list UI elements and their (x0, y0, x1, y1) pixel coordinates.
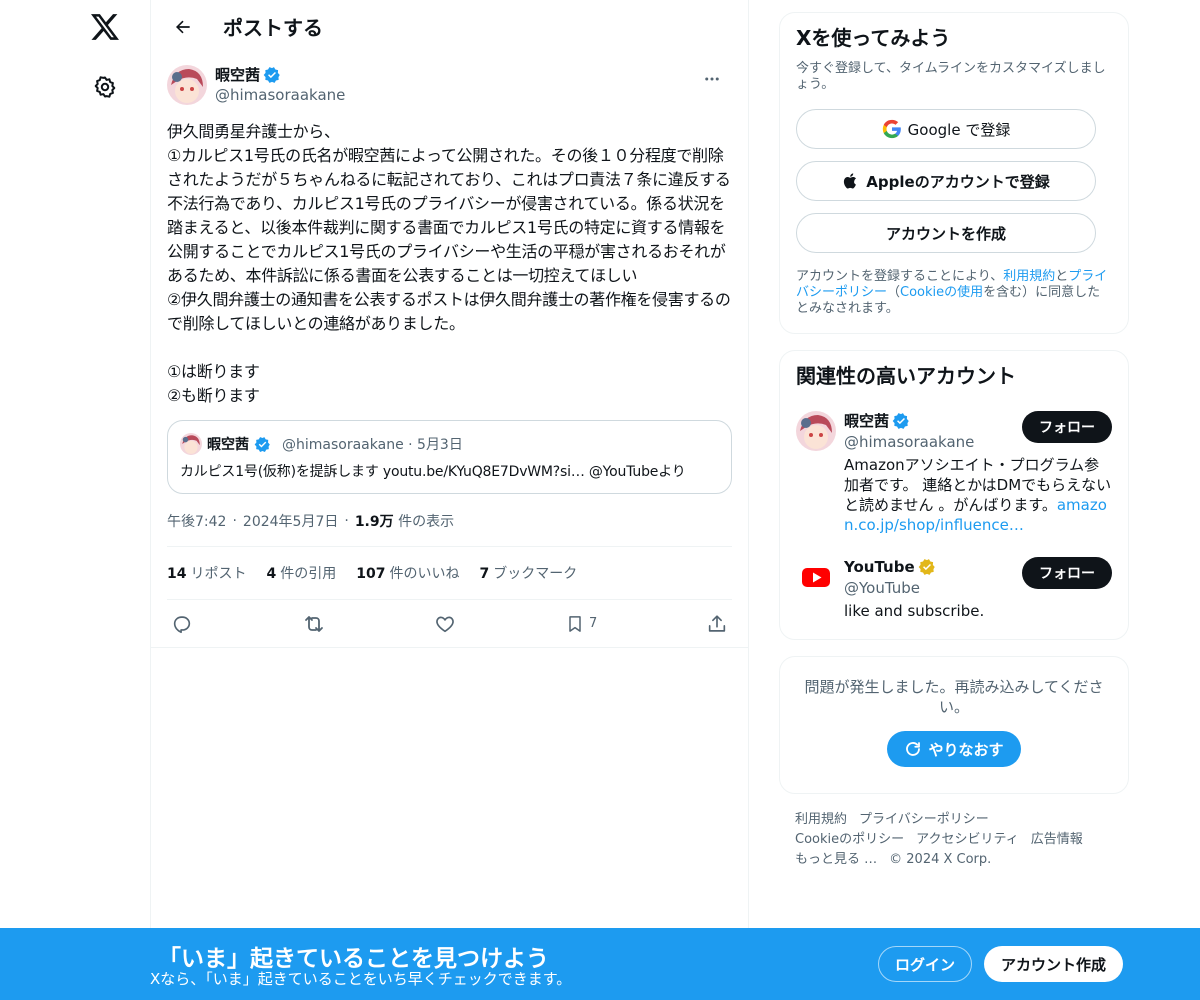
signup-title: Xを使ってみよう (796, 26, 951, 50)
separator: · (344, 513, 349, 529)
gear-icon[interactable] (91, 73, 119, 101)
views-count: 1.9万 (354, 514, 394, 530)
footer-link-terms[interactable]: 利用規約 (795, 812, 847, 827)
post-author: 暇空茜 @himasoraakane (167, 65, 732, 109)
login-button[interactable]: ログイン (878, 946, 972, 982)
back-arrow-icon[interactable] (165, 9, 201, 45)
account-name[interactable]: YouTube (844, 557, 915, 577)
related-title: 関連性の高いアカウント (796, 364, 1016, 388)
share-icon[interactable] (706, 613, 728, 635)
legal-text: （ (887, 285, 901, 300)
stat-reposts[interactable]: 14 リポスト (167, 563, 246, 583)
signup-legal: アカウントを登録することにより、利用規約とプライバシーポリシー（Cookieの使… (796, 269, 1112, 317)
author-handle[interactable]: @himasoraakane (215, 85, 345, 105)
avatar[interactable] (796, 411, 836, 451)
stat-quotes[interactable]: 4 件の引用 (266, 563, 336, 583)
signup-button[interactable]: アカウント作成 (984, 946, 1123, 982)
author-name-text[interactable]: 暇空茜 (215, 65, 260, 85)
signup-card: Xを使ってみよう 今すぐ登録して、タイムラインをカスタマイズしましょう。 Goo… (779, 12, 1129, 334)
repost-icon[interactable] (302, 612, 326, 636)
verified-badge-icon (263, 67, 280, 83)
bookmark-button[interactable]: 7 (565, 613, 597, 635)
google-signup-label: Google で登録 (907, 120, 1011, 139)
verified-gold-badge-icon (918, 559, 935, 575)
page-header: ポストする (151, 0, 748, 53)
quote-text: カルピス1号(仮称)を提訴します youtu.be/KYuQ8E7DvWM?si… (180, 464, 686, 480)
related-accounts-card: 関連性の高いアカウント 暇空茜 @himasoraakane Amazonアソシ… (779, 350, 1129, 640)
legal-text: と (1055, 269, 1069, 284)
footer-link-more[interactable]: もっと見る … (795, 852, 877, 867)
main-column: ポストする 暇空茜 @himasoraakane 伊久間勇星弁護士から、 ①カル… (150, 0, 749, 1000)
footer-link-ads[interactable]: 広告情報 (1031, 832, 1083, 847)
post-time[interactable]: 午後7:42 (167, 511, 226, 531)
create-account-button[interactable]: アカウントを作成 (796, 213, 1096, 253)
terms-link[interactable]: 利用規約 (1003, 269, 1055, 284)
verified-badge-icon (254, 436, 270, 452)
google-icon (882, 119, 901, 139)
author-name[interactable]: 暇空茜 (215, 65, 345, 85)
post-timestamp: 午後7:42 · 2024年5月7日 · 1.9万 件の表示 (167, 510, 732, 532)
post: 暇空茜 @himasoraakane 伊久間勇星弁護士から、 ①カルピス1号氏の… (151, 53, 748, 648)
like-icon[interactable] (434, 613, 456, 635)
avatar[interactable] (167, 65, 207, 105)
footer-links: 利用規約 プライバシーポリシー Cookieのポリシー アクセシビリティ 広告情報 も… (779, 810, 1129, 870)
footer-link-privacy[interactable]: プライバシーポリシー (859, 812, 989, 827)
account-bio: like and subscribe. (844, 602, 985, 620)
apple-signup-button[interactable]: Appleのアカウントで登録 (796, 161, 1096, 201)
account-row[interactable]: 暇空茜 @himasoraakane Amazonアソシエイト・プログラム参加者… (796, 407, 1112, 547)
reply-icon[interactable] (171, 613, 193, 635)
error-message: 問題が発生しました。再読み込みしてください。 (804, 678, 1104, 716)
views-label: 件の表示 (398, 514, 455, 530)
post-actions: 7 (151, 600, 748, 648)
stat-likes[interactable]: 107 件のいいね (356, 563, 459, 583)
apple-signup-label: Appleのアカウントで登録 (866, 172, 1050, 191)
stat-bookmarks[interactable]: 7 ブックマーク (479, 563, 577, 583)
error-card: 問題が発生しました。再読み込みしてください。 やりなおす (779, 656, 1129, 794)
youtube-logo-icon[interactable] (796, 557, 836, 597)
follow-button[interactable]: フォロー (1022, 411, 1112, 443)
retry-button[interactable]: やりなおす (887, 731, 1021, 767)
cookie-link[interactable]: Cookieの使用 (900, 285, 983, 300)
create-account-label: アカウントを作成 (885, 224, 1006, 243)
apple-icon (844, 173, 857, 189)
more-options-icon[interactable] (698, 65, 726, 93)
account-name[interactable]: 暇空茜 (844, 411, 889, 431)
account-bio-text: す。 (1028, 496, 1057, 514)
account-bio: Amazonアソシエイト・プログラム参加者です。 連絡とかはDMでもらえないと読… (844, 455, 1114, 535)
signup-subtitle: 今すぐ登録して、タイムラインをカスタマイズしましょう。 (796, 61, 1106, 92)
retry-label: やりなおす (928, 740, 1004, 759)
bottom-banner: 「いま」起きていることを見つけよう Xなら、「いま」起きていることをいち早くチェ… (0, 928, 1200, 1000)
avatar (180, 433, 202, 455)
follow-button[interactable]: フォロー (1022, 557, 1112, 589)
footer-link-accessibility[interactable]: アクセシビリティ (916, 832, 1019, 847)
page-title: ポストする (223, 16, 323, 40)
post-date[interactable]: 2024年5月7日 (243, 511, 338, 531)
quote-author-name: 暇空茜 (207, 437, 249, 453)
left-nav (0, 0, 150, 1000)
bookmark-icon (569, 615, 581, 632)
banner-subtitle: Xなら、「いま」起きていることをいち早くチェックできます。 (150, 970, 572, 988)
right-sidebar: Xを使ってみよう 今すぐ登録して、タイムラインをカスタマイズしましょう。 Goo… (779, 12, 1129, 870)
google-signup-button[interactable]: Google で登録 (796, 109, 1096, 149)
quoted-post[interactable]: 暇空茜 @himasoraakane · 5月3日 カルピス1号(仮称)を提訴し… (167, 420, 732, 494)
x-logo-icon[interactable] (88, 10, 122, 44)
bookmark-count: 7 (589, 616, 598, 631)
legal-text: アカウントを登録することにより、 (796, 269, 1004, 284)
refresh-icon (906, 742, 921, 756)
copyright: © 2024 X Corp. (889, 852, 992, 867)
separator: · (232, 513, 237, 529)
account-row[interactable]: YouTube @YouTube like and subscribe. フォロ… (796, 553, 1112, 633)
footer-link-cookie[interactable]: Cookieのポリシー (795, 832, 904, 847)
post-stats: 14 リポスト 4 件の引用 107 件のいいね 7 ブックマーク (167, 546, 732, 600)
verified-badge-icon (892, 413, 909, 429)
post-body: 伊久間勇星弁護士から、 ①カルピス1号氏の氏名が暇空茜によって公開された。その後… (167, 122, 731, 405)
quote-meta: @himasoraakane · 5月3日 (282, 437, 463, 453)
